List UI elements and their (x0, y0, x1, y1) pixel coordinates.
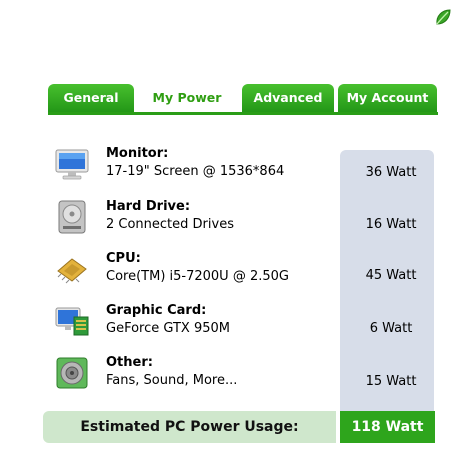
tab-advanced[interactable]: Advanced (242, 84, 334, 112)
cpu-icon (57, 258, 87, 284)
tab-bar: General My Power Advanced My Account (48, 84, 438, 115)
tab-underline (48, 112, 438, 115)
leaf-logo-icon (436, 9, 451, 25)
component-detail: Fans, Sound, More... (106, 373, 238, 388)
component-title: Graphic Card: (106, 303, 207, 318)
component-row-hard-drive: Hard Drive: 2 Connected Drives 16 Watt (48, 199, 436, 251)
component-row-monitor: Monitor: 17-19" Screen @ 1536*864 36 Wat… (48, 146, 436, 198)
component-row-graphic-card: Graphic Card: GeForce GTX 950M 6 Watt (48, 303, 436, 355)
component-detail: 2 Connected Drives (106, 217, 234, 232)
component-title: Hard Drive: (106, 199, 191, 214)
component-title: Monitor: (106, 146, 169, 161)
component-detail: GeForce GTX 950M (106, 321, 230, 336)
component-detail: Core(TM) i5-7200U @ 2.50G (106, 269, 289, 284)
component-watt: 45 Watt (365, 268, 417, 283)
total-usage-label: Estimated PC Power Usage: (43, 411, 336, 443)
component-title: CPU: (106, 251, 141, 266)
component-watt: 6 Watt (369, 321, 413, 336)
hard-drive-icon (58, 200, 86, 234)
component-detail: 17-19" Screen @ 1536*864 (106, 164, 285, 179)
speaker-icon (56, 357, 88, 389)
component-watt: 15 Watt (365, 374, 417, 389)
tab-general[interactable]: General (48, 84, 134, 112)
component-watt: 36 Watt (365, 165, 417, 180)
monitor-icon (55, 149, 89, 180)
total-usage-bar: Estimated PC Power Usage: 118 Watt (43, 411, 437, 443)
tab-my-account[interactable]: My Account (338, 84, 437, 112)
component-row-cpu: CPU: Core(TM) i5-7200U @ 2.50G 45 Watt (48, 251, 436, 303)
total-usage-value: 118 Watt (340, 411, 435, 443)
graphic-card-icon (55, 307, 89, 336)
component-row-other: Other: Fans, Sound, More... 15 Watt (48, 355, 436, 407)
tab-my-power[interactable]: My Power (140, 84, 234, 112)
component-title: Other: (106, 355, 153, 370)
component-watt: 16 Watt (365, 217, 417, 232)
